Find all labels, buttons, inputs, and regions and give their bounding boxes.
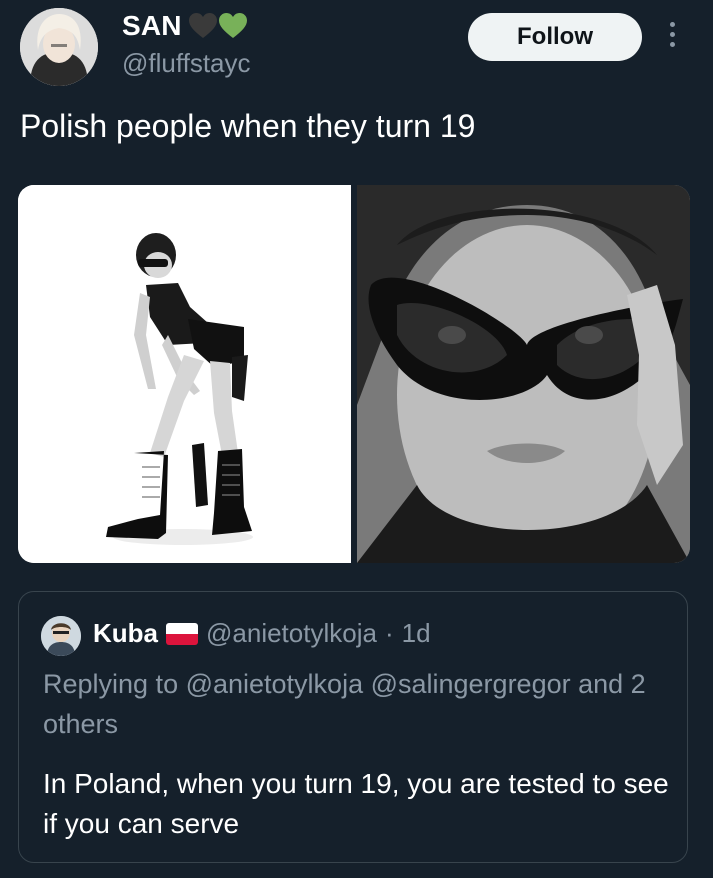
author-display-name[interactable]: SAN	[122, 10, 182, 42]
replying-to: Replying to @anietotylkoja @salingergreg…	[43, 669, 646, 739]
author-name-row: SAN	[122, 10, 248, 42]
photo-sunglasses-portrait[interactable]	[357, 185, 690, 563]
tweet-text: Polish people when they turn 19	[20, 108, 476, 144]
tweet-card: SAN @fluffstayc Follow Polish people whe…	[0, 0, 713, 878]
quoted-timestamp[interactable]: 1d	[402, 618, 431, 649]
quoted-separator: ·	[384, 618, 394, 648]
author-avatar[interactable]	[20, 8, 98, 86]
quoted-handle[interactable]: @anietotylkoja	[206, 618, 377, 649]
poland-flag-icon	[166, 622, 198, 645]
photo-full-body[interactable]	[18, 185, 351, 563]
green-heart-icon	[218, 13, 247, 38]
quoted-tweet-text: In Poland, when you turn 19, you are tes…	[43, 768, 669, 839]
more-options-icon[interactable]	[662, 22, 682, 52]
black-heart-icon	[188, 13, 217, 38]
quoted-author-avatar[interactable]	[41, 616, 81, 656]
follow-button[interactable]: Follow	[468, 13, 642, 61]
quoted-tweet[interactable]: Kuba @anietotylkoja · 1d Replying to @an…	[18, 591, 688, 863]
media-grid	[18, 185, 690, 563]
author-handle[interactable]: @fluffstayc	[122, 48, 251, 79]
quoted-header: Kuba @anietotylkoja · 1d	[93, 618, 431, 649]
quoted-display-name[interactable]: Kuba	[93, 618, 158, 649]
